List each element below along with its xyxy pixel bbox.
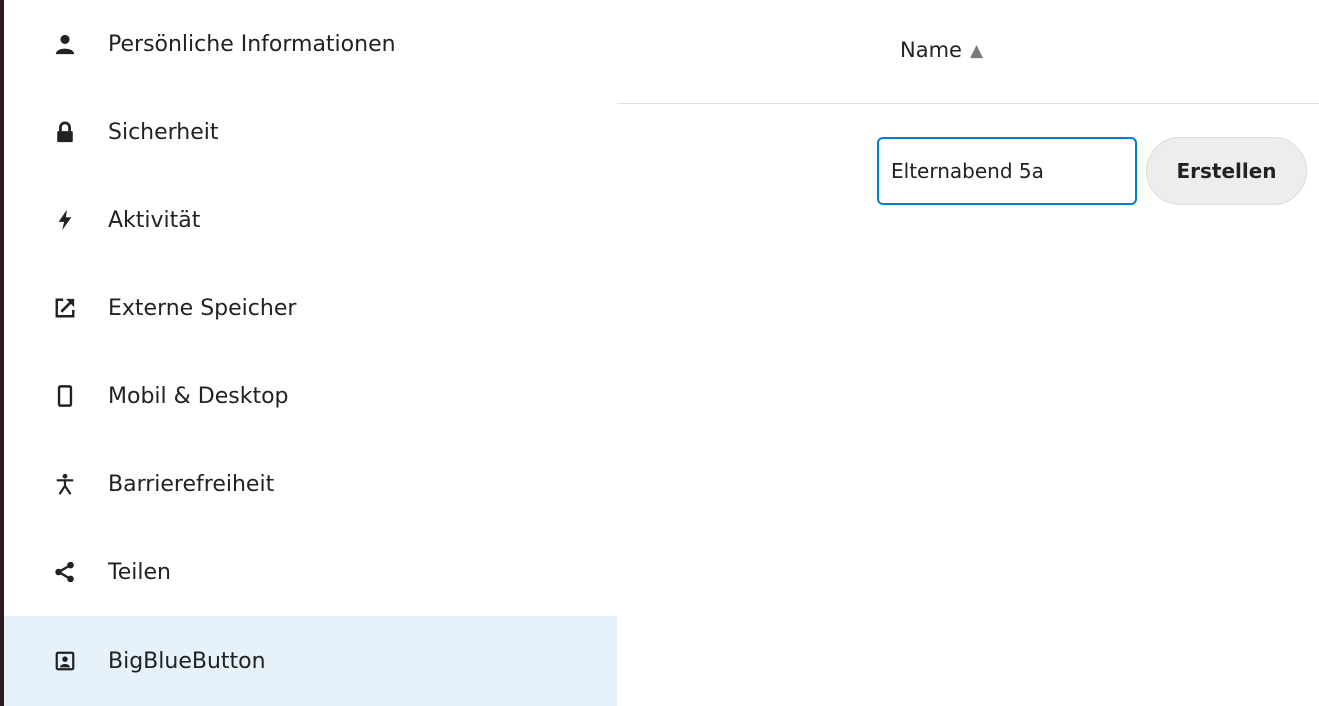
phone-icon [52,383,78,409]
sidebar-item-security[interactable]: Sicherheit [4,88,617,176]
sidebar-item-accessibility[interactable]: Barrierefreiheit [4,440,617,528]
sidebar-item-label: Sicherheit [108,119,219,145]
sidebar-item-bigbluebutton[interactable]: BigBlueButton [4,616,617,706]
name-column-label: Name [900,38,962,62]
accessibility-icon [52,471,78,497]
sidebar-item-activity[interactable]: Aktivität [4,176,617,264]
sidebar-item-label: Barrierefreiheit [108,471,275,497]
sidebar-item-label: Teilen [108,559,171,585]
settings-sidebar: Persönliche Informationen Sicherheit Akt… [4,0,617,706]
sidebar-item-label: Aktivität [108,207,201,233]
create-button[interactable]: Erstellen [1146,137,1307,205]
sidebar-item-personal-info[interactable]: Persönliche Informationen [4,0,617,88]
external-storage-icon [52,295,78,321]
flash-icon [52,207,78,233]
sidebar-item-mobile-desktop[interactable]: Mobil & Desktop [4,352,617,440]
table-header: Name ▲ [617,0,1319,104]
sidebar-item-label: Mobil & Desktop [108,383,289,409]
bigbluebutton-icon [52,648,78,674]
lock-icon [52,119,78,145]
room-name-input[interactable] [877,137,1137,205]
sidebar-item-label: Externe Speicher [108,295,297,321]
sidebar-item-sharing[interactable]: Teilen [4,528,617,616]
name-column-header[interactable]: Name ▲ [900,38,983,62]
main-content: Name ▲ Erstellen [617,0,1319,706]
sidebar-item-label: Persönliche Informationen [108,31,396,57]
share-icon [52,559,78,585]
user-icon [52,31,78,57]
sidebar-item-label: BigBlueButton [108,648,266,674]
sidebar-item-external-storage[interactable]: Externe Speicher [4,264,617,352]
sort-ascending-icon: ▲ [969,41,984,61]
